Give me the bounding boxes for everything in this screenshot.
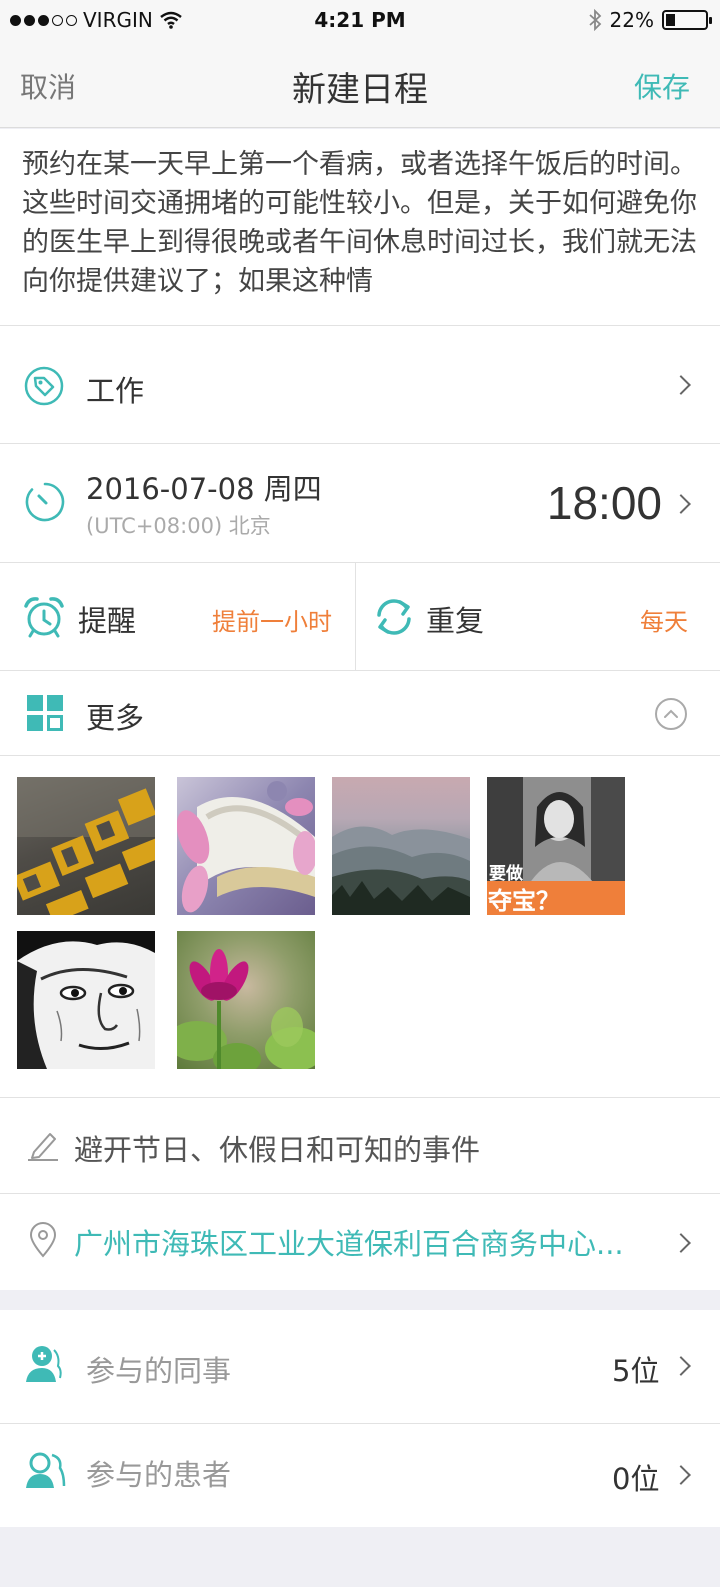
photo-thumbnail[interactable]: 要做 夺宝？ bbox=[487, 777, 625, 915]
pencil-icon bbox=[28, 1133, 58, 1161]
battery-icon bbox=[662, 10, 712, 30]
category-row[interactable]: 工作 bbox=[0, 326, 720, 443]
chevron-right-icon bbox=[671, 1233, 691, 1253]
colleagues-label: 参与的同事 bbox=[86, 1354, 232, 1388]
alarm-icon bbox=[24, 597, 64, 638]
colleagues-row[interactable]: 参与的同事 5位 bbox=[0, 1310, 720, 1423]
chevron-right-icon bbox=[671, 1356, 691, 1376]
patients-icon bbox=[26, 1452, 66, 1488]
clock-icon bbox=[25, 482, 65, 522]
more-label: 更多 bbox=[86, 701, 145, 735]
screen: VIRGIN 4:21 PM 22% 取消 新建日程 保存 预约在某一天早上第一… bbox=[0, 0, 720, 1587]
chevron-right-icon bbox=[671, 1465, 691, 1485]
repeat-label: 重复 bbox=[426, 604, 485, 638]
repeat-icon bbox=[377, 599, 411, 635]
photo-thumbnail[interactable] bbox=[177, 931, 315, 1069]
pink-flower-photo bbox=[177, 949, 315, 1069]
location-pin-icon bbox=[29, 1222, 57, 1258]
photo-thumbnail[interactable] bbox=[332, 777, 470, 915]
nav-bar: 取消 新建日程 保存 bbox=[0, 40, 720, 128]
reminder-value: 提前一小时 bbox=[212, 608, 332, 636]
category-label: 工作 bbox=[86, 374, 145, 408]
repeat-value: 每天 bbox=[640, 608, 688, 636]
reminder-repeat-row: 提醒 提前一小时 重复 每天 bbox=[0, 563, 720, 670]
reminder-label: 提醒 bbox=[78, 604, 137, 638]
page-title: 新建日程 bbox=[292, 70, 428, 110]
photo-thumbnail[interactable] bbox=[17, 931, 155, 1069]
more-row[interactable]: 更多 bbox=[0, 671, 720, 755]
patients-row[interactable]: 参与的患者 0位 bbox=[0, 1424, 720, 1527]
status-right: 22% bbox=[588, 8, 712, 32]
grid-icon bbox=[27, 695, 63, 731]
chevron-right-icon bbox=[671, 375, 691, 395]
location-text: 广州市海珠区工业大道保利百合商务中心... bbox=[74, 1227, 624, 1261]
street-paint-photo bbox=[17, 777, 155, 915]
status-bar: VIRGIN 4:21 PM 22% bbox=[0, 0, 720, 40]
description-text[interactable]: 预约在某一天早上第一个看病，或者选择午饭后的时间。这些时间交通拥堵的可能性较小。… bbox=[0, 129, 720, 325]
flower-frame-photo bbox=[177, 781, 315, 913]
tag-icon bbox=[24, 366, 64, 406]
date-text: 2016-07-08 周四 bbox=[86, 472, 322, 506]
photo-thumbnail[interactable] bbox=[17, 777, 155, 915]
bluetooth-icon bbox=[588, 9, 601, 31]
note-row[interactable]: 避开节日、休假日和可知的事件 bbox=[0, 1098, 720, 1193]
doctor-icon bbox=[26, 1346, 62, 1382]
reminder-cell[interactable]: 提醒 提前一小时 bbox=[0, 563, 355, 670]
poster-big-text: 夺宝？ bbox=[488, 887, 560, 915]
colleagues-count: 5位 bbox=[612, 1354, 660, 1388]
collapse-up-icon[interactable] bbox=[654, 697, 688, 731]
photo-grid: 要做 夺宝？ bbox=[0, 756, 720, 1097]
portrait-sketch-photo bbox=[17, 931, 155, 1069]
timezone-text: (UTC+08:00) 北京 bbox=[86, 514, 271, 538]
photo-thumbnail[interactable] bbox=[177, 777, 315, 915]
time-text: 18:00 bbox=[546, 477, 662, 529]
repeat-cell[interactable]: 重复 每天 bbox=[356, 563, 720, 670]
note-text: 避开节日、休假日和可知的事件 bbox=[74, 1133, 481, 1167]
mountains-photo bbox=[332, 826, 470, 915]
battery-percent: 22% bbox=[609, 8, 654, 32]
patients-label: 参与的患者 bbox=[86, 1458, 232, 1492]
save-button[interactable]: 保存 bbox=[634, 66, 690, 106]
patients-count: 0位 bbox=[612, 1462, 660, 1496]
